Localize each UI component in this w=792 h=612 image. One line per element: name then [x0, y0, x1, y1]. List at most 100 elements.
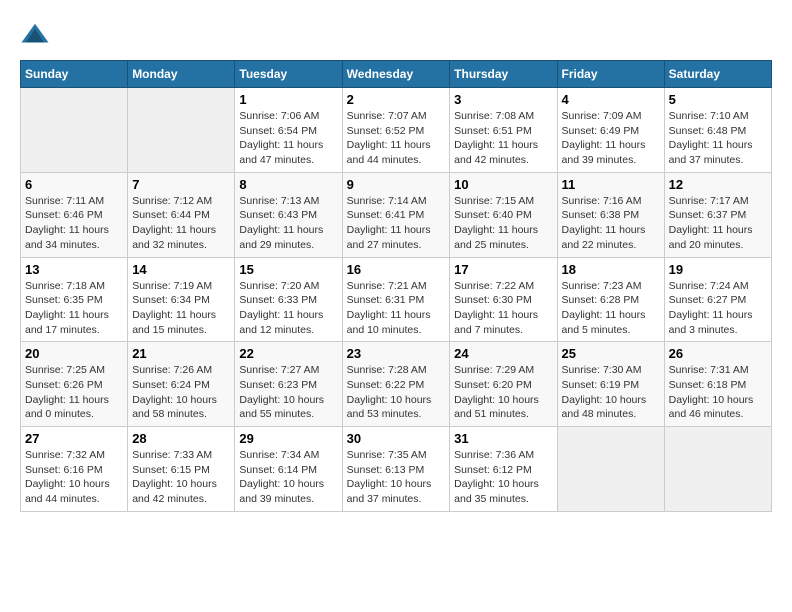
day-info: Sunrise: 7:21 AM Sunset: 6:31 PM Dayligh… [347, 279, 446, 338]
calendar-cell: 14 Sunrise: 7:19 AM Sunset: 6:34 PM Dayli… [128, 257, 235, 342]
logo-icon [20, 20, 50, 50]
calendar-cell: 6 Sunrise: 7:11 AM Sunset: 6:46 PM Daylig… [21, 172, 128, 257]
day-number: 6 [25, 177, 123, 192]
calendar-cell: 19Sunrise: 7:24 AM Sunset: 6:27 PM Dayli… [664, 257, 771, 342]
day-number: 9 [347, 177, 446, 192]
day-info: Sunrise: 7:32 AM Sunset: 6:16 PM Dayligh… [25, 448, 123, 507]
header-friday: Friday [557, 61, 664, 88]
day-info: Sunrise: 7:34 AM Sunset: 6:14 PM Dayligh… [239, 448, 337, 507]
calendar-cell: 8Sunrise: 7:13 AM Sunset: 6:43 PM Daylig… [235, 172, 342, 257]
page-header [20, 20, 772, 50]
day-info: Sunrise: 7:11 AM Sunset: 6:46 PM Dayligh… [25, 194, 123, 253]
day-number: 17 [454, 262, 552, 277]
day-info: Sunrise: 7:29 AM Sunset: 6:20 PM Dayligh… [454, 363, 552, 422]
day-info: Sunrise: 7:06 AM Sunset: 6:54 PM Dayligh… [239, 109, 337, 168]
day-info: Sunrise: 7:35 AM Sunset: 6:13 PM Dayligh… [347, 448, 446, 507]
day-info: Sunrise: 7:16 AM Sunset: 6:38 PM Dayligh… [562, 194, 660, 253]
day-info: Sunrise: 7:30 AM Sunset: 6:19 PM Dayligh… [562, 363, 660, 422]
week-row-4: 20Sunrise: 7:25 AM Sunset: 6:26 PM Dayli… [21, 342, 772, 427]
logo [20, 20, 54, 50]
day-number: 23 [347, 346, 446, 361]
day-info: Sunrise: 7:09 AM Sunset: 6:49 PM Dayligh… [562, 109, 660, 168]
day-info: Sunrise: 7:15 AM Sunset: 6:40 PM Dayligh… [454, 194, 552, 253]
day-number: 12 [669, 177, 767, 192]
day-info: Sunrise: 7:26 AM Sunset: 6:24 PM Dayligh… [132, 363, 230, 422]
calendar-cell [557, 427, 664, 512]
day-number: 24 [454, 346, 552, 361]
calendar-cell: 16 Sunrise: 7:21 AM Sunset: 6:31 PM Dayli… [342, 257, 450, 342]
calendar-cell: 2 Sunrise: 7:07 AM Sunset: 6:52 PM Daylig… [342, 88, 450, 173]
calendar-cell: 24 Sunrise: 7:29 AM Sunset: 6:20 PM Dayli… [450, 342, 557, 427]
day-number: 7 [132, 177, 230, 192]
day-info: Sunrise: 7:23 AM Sunset: 6:28 PM Dayligh… [562, 279, 660, 338]
day-number: 22 [239, 346, 337, 361]
day-number: 26 [669, 346, 767, 361]
calendar-cell: 11 Sunrise: 7:16 AM Sunset: 6:38 PM Dayli… [557, 172, 664, 257]
day-number: 10 [454, 177, 552, 192]
header-tuesday: Tuesday [235, 61, 342, 88]
calendar-cell: 30 Sunrise: 7:35 AM Sunset: 6:13 PM Dayli… [342, 427, 450, 512]
calendar-cell: 20Sunrise: 7:25 AM Sunset: 6:26 PM Dayli… [21, 342, 128, 427]
calendar-cell: 21 Sunrise: 7:26 AM Sunset: 6:24 PM Dayli… [128, 342, 235, 427]
calendar-cell: 18 Sunrise: 7:23 AM Sunset: 6:28 PM Dayli… [557, 257, 664, 342]
calendar-table: SundayMondayTuesdayWednesdayThursdayFrid… [20, 60, 772, 512]
week-row-5: 27 Sunrise: 7:32 AM Sunset: 6:16 PM Dayli… [21, 427, 772, 512]
calendar-cell [128, 88, 235, 173]
calendar-cell: 28 Sunrise: 7:33 AM Sunset: 6:15 PM Dayli… [128, 427, 235, 512]
day-number: 19 [669, 262, 767, 277]
calendar-cell: 29 Sunrise: 7:34 AM Sunset: 6:14 PM Dayli… [235, 427, 342, 512]
day-number: 21 [132, 346, 230, 361]
day-info: Sunrise: 7:33 AM Sunset: 6:15 PM Dayligh… [132, 448, 230, 507]
day-info: Sunrise: 7:28 AM Sunset: 6:22 PM Dayligh… [347, 363, 446, 422]
day-number: 29 [239, 431, 337, 446]
week-row-1: 1Sunrise: 7:06 AM Sunset: 6:54 PM Daylig… [21, 88, 772, 173]
day-info: Sunrise: 7:17 AM Sunset: 6:37 PM Dayligh… [669, 194, 767, 253]
day-info: Sunrise: 7:07 AM Sunset: 6:52 PM Dayligh… [347, 109, 446, 168]
day-number: 15 [239, 262, 337, 277]
day-info: Sunrise: 7:36 AM Sunset: 6:12 PM Dayligh… [454, 448, 552, 507]
day-info: Sunrise: 7:18 AM Sunset: 6:35 PM Dayligh… [25, 279, 123, 338]
day-number: 16 [347, 262, 446, 277]
header-wednesday: Wednesday [342, 61, 450, 88]
header-monday: Monday [128, 61, 235, 88]
day-number: 11 [562, 177, 660, 192]
day-info: Sunrise: 7:19 AM Sunset: 6:34 PM Dayligh… [132, 279, 230, 338]
calendar-cell: 3 Sunrise: 7:08 AM Sunset: 6:51 PM Daylig… [450, 88, 557, 173]
day-number: 14 [132, 262, 230, 277]
header-saturday: Saturday [664, 61, 771, 88]
day-number: 31 [454, 431, 552, 446]
day-number: 25 [562, 346, 660, 361]
calendar-cell: 9Sunrise: 7:14 AM Sunset: 6:41 PM Daylig… [342, 172, 450, 257]
day-info: Sunrise: 7:31 AM Sunset: 6:18 PM Dayligh… [669, 363, 767, 422]
day-number: 27 [25, 431, 123, 446]
day-number: 8 [239, 177, 337, 192]
week-row-3: 13 Sunrise: 7:18 AM Sunset: 6:35 PM Dayli… [21, 257, 772, 342]
day-info: Sunrise: 7:10 AM Sunset: 6:48 PM Dayligh… [669, 109, 767, 168]
calendar-cell: 13 Sunrise: 7:18 AM Sunset: 6:35 PM Dayli… [21, 257, 128, 342]
day-number: 18 [562, 262, 660, 277]
calendar-cell [21, 88, 128, 173]
calendar-cell: 22 Sunrise: 7:27 AM Sunset: 6:23 PM Dayli… [235, 342, 342, 427]
calendar-cell: 5Sunrise: 7:10 AM Sunset: 6:48 PM Daylig… [664, 88, 771, 173]
day-info: Sunrise: 7:08 AM Sunset: 6:51 PM Dayligh… [454, 109, 552, 168]
calendar-cell [664, 427, 771, 512]
calendar-cell: 15 Sunrise: 7:20 AM Sunset: 6:33 PM Dayli… [235, 257, 342, 342]
day-number: 28 [132, 431, 230, 446]
day-number: 30 [347, 431, 446, 446]
day-info: Sunrise: 7:12 AM Sunset: 6:44 PM Dayligh… [132, 194, 230, 253]
day-number: 2 [347, 92, 446, 107]
calendar-cell: 1Sunrise: 7:06 AM Sunset: 6:54 PM Daylig… [235, 88, 342, 173]
calendar-cell: 27 Sunrise: 7:32 AM Sunset: 6:16 PM Dayli… [21, 427, 128, 512]
week-row-2: 6 Sunrise: 7:11 AM Sunset: 6:46 PM Daylig… [21, 172, 772, 257]
header-sunday: Sunday [21, 61, 128, 88]
day-info: Sunrise: 7:25 AM Sunset: 6:26 PM Dayligh… [25, 363, 123, 422]
calendar-cell: 23 Sunrise: 7:28 AM Sunset: 6:22 PM Dayli… [342, 342, 450, 427]
day-number: 4 [562, 92, 660, 107]
header-thursday: Thursday [450, 61, 557, 88]
day-info: Sunrise: 7:27 AM Sunset: 6:23 PM Dayligh… [239, 363, 337, 422]
day-number: 3 [454, 92, 552, 107]
calendar-cell: 25 Sunrise: 7:30 AM Sunset: 6:19 PM Dayli… [557, 342, 664, 427]
day-number: 13 [25, 262, 123, 277]
day-info: Sunrise: 7:20 AM Sunset: 6:33 PM Dayligh… [239, 279, 337, 338]
calendar-header-row: SundayMondayTuesdayWednesdayThursdayFrid… [21, 61, 772, 88]
